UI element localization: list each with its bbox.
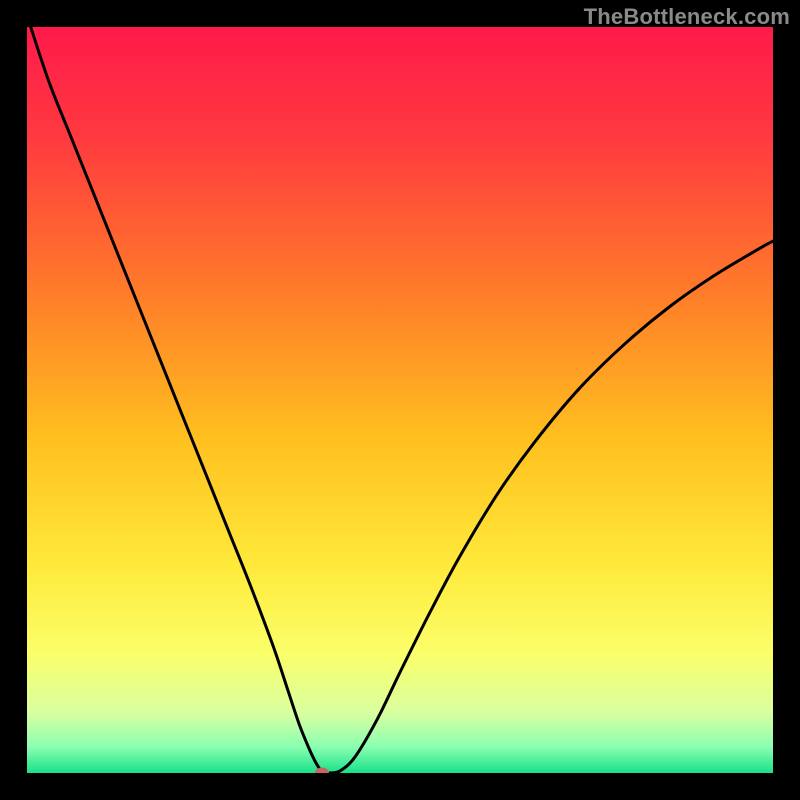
watermark-text: TheBottleneck.com bbox=[584, 4, 790, 30]
gradient-background bbox=[27, 27, 773, 773]
optimal-marker bbox=[315, 768, 329, 774]
plot-area bbox=[27, 27, 773, 773]
chart-frame: TheBottleneck.com bbox=[0, 0, 800, 800]
plot-svg bbox=[27, 27, 773, 773]
